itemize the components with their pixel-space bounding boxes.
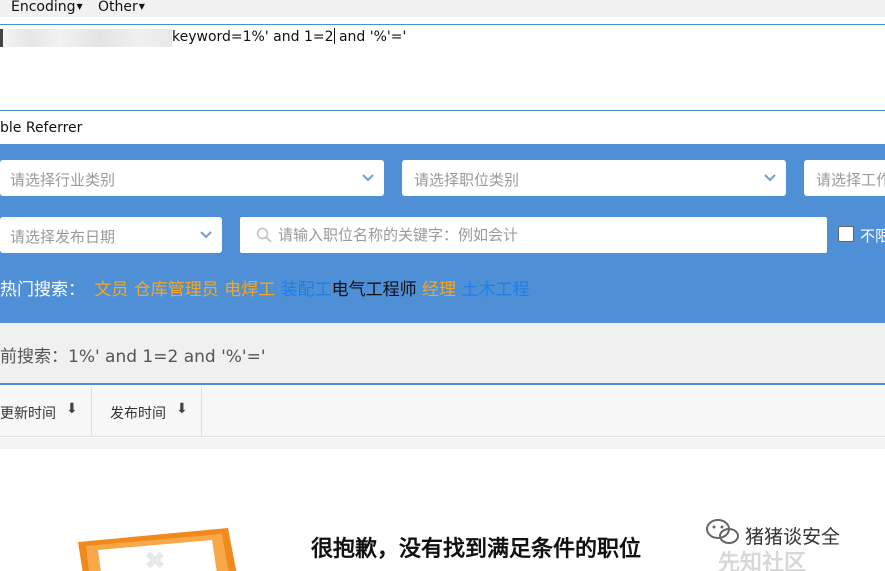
chevron-down-icon — [764, 174, 776, 182]
menu-other-label: Other — [98, 0, 138, 15]
wechat-icon — [706, 519, 739, 544]
menu-encoding-label: Encoding — [11, 0, 76, 15]
current-search-bar: 前搜索：1%' and 1=2 and '%'=' — [0, 323, 885, 385]
enable-referrer-label[interactable]: ble Referrer — [0, 120, 82, 136]
url-text-before-caret: keyword=1%' and 1=2 — [172, 29, 334, 45]
keyword-search-box — [240, 217, 827, 253]
section-divider — [0, 438, 885, 449]
browser-page: Encoding▼ Other▼ keyword=1%' and 1=2 and… — [0, 0, 885, 571]
arrow-down-icon: ⬇ — [176, 401, 188, 417]
sort-by-published[interactable]: 发布时间 ⬇ — [92, 387, 202, 436]
work-select[interactable]: 请选择工作 — [804, 160, 885, 196]
search-icon — [256, 227, 272, 243]
menu-other[interactable]: Other▼ — [98, 0, 145, 14]
empty-result-message: 很抱歉，没有找到满足条件的职位 — [311, 537, 642, 562]
redacted-url-prefix — [0, 29, 172, 47]
hot-keyword[interactable]: 土木工程 — [461, 280, 529, 300]
chevron-down-icon — [200, 231, 212, 239]
filter-panel: 请选择行业类别 请选择职位类别 请选择工作 请选择发布日期 不限 热门搜索： 文… — [0, 144, 885, 323]
url-editor[interactable]: keyword=1%' and 1=2 and '%'=' — [0, 24, 885, 111]
hot-keyword[interactable]: 装配工 — [281, 280, 332, 300]
hot-keyword[interactable]: 电气工程师 — [332, 280, 417, 300]
date-select[interactable]: 请选择发布日期 — [0, 217, 222, 253]
referrer-row: ble Referrer — [0, 112, 885, 144]
menu-encoding[interactable]: Encoding▼ — [11, 0, 83, 14]
keyword-search-input[interactable] — [278, 223, 798, 247]
watermark-site: 先知社区 — [718, 551, 807, 571]
industry-select-placeholder: 请选择行业类别 — [10, 171, 116, 189]
sort-bar: 更新时间 ⬇ 发布时间 ⬇ — [0, 387, 885, 437]
dropdown-caret-icon: ▼ — [76, 2, 83, 11]
hot-search-row: 热门搜索： 文员 仓库管理员 电焊工 装配工电气工程师 经理 土木工程 — [0, 279, 529, 301]
unlimited-checkbox-label: 不限 — [860, 227, 885, 245]
hot-keyword[interactable]: 电焊工 — [224, 280, 275, 300]
hackbar-menubar: Encoding▼ Other▼ — [0, 0, 885, 17]
sort-updated-label: 更新时间 — [0, 406, 56, 422]
arrow-down-icon: ⬇ — [66, 401, 78, 417]
position-select[interactable]: 请选择职位类别 — [402, 160, 786, 196]
hot-keyword[interactable]: 文员 — [94, 280, 128, 300]
date-select-placeholder: 请选择发布日期 — [10, 228, 116, 246]
sort-by-updated[interactable]: 更新时间 ⬇ — [0, 387, 92, 436]
dropdown-caret-icon: ▼ — [138, 2, 145, 11]
industry-select[interactable]: 请选择行业类别 — [0, 160, 384, 196]
work-select-placeholder: 请选择工作 — [816, 171, 885, 189]
empty-result-icon — [78, 528, 237, 571]
unlimited-checkbox[interactable] — [838, 226, 854, 242]
url-text-after-caret: and '%'=' — [334, 29, 407, 45]
hot-keyword[interactable]: 仓库管理员 — [134, 280, 219, 300]
hot-keyword[interactable]: 经理 — [422, 280, 456, 300]
position-select-placeholder: 请选择职位类别 — [414, 171, 520, 189]
chevron-down-icon — [362, 174, 374, 182]
hot-search-label: 热门搜索： — [0, 280, 85, 300]
url-text: keyword=1%' and 1=2 and '%'=' — [172, 28, 406, 46]
sort-published-label: 发布时间 — [110, 406, 166, 422]
current-search-text: 前搜索：1%' and 1=2 and '%'=' — [0, 347, 266, 367]
